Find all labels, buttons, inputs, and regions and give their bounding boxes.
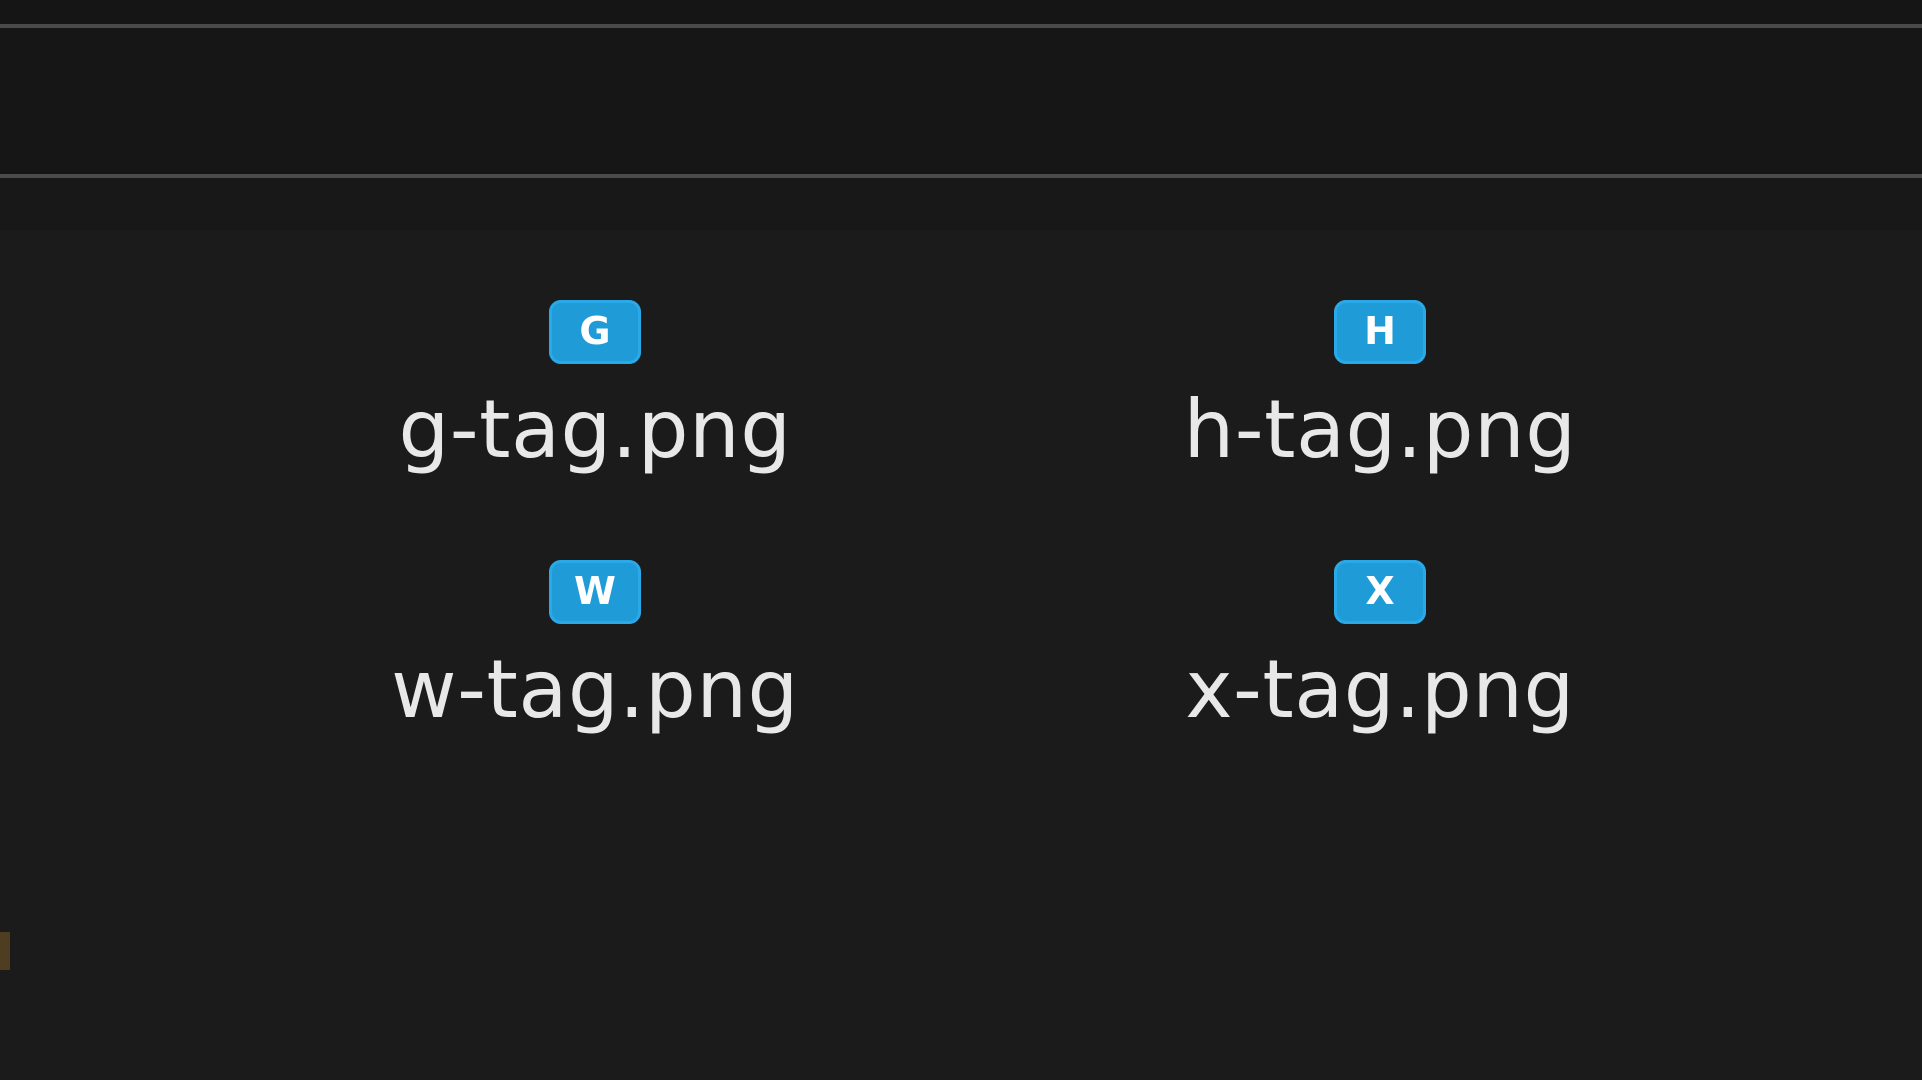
file-image-icon: X xyxy=(1334,560,1426,624)
file-name-label: w-tag.png xyxy=(391,643,799,736)
file-icon-letter: X xyxy=(1365,569,1395,613)
file-grid: G g-tag.png H h-tag.png W w-tag.png X x-… xyxy=(0,230,1922,1080)
file-name-label: x-tag.png xyxy=(1185,643,1575,736)
file-icon-letter: W xyxy=(574,569,616,613)
file-name-label: g-tag.png xyxy=(398,383,792,476)
toolbar-area xyxy=(0,28,1922,178)
file-item-h-tag[interactable]: H h-tag.png xyxy=(1170,230,1590,470)
file-icon-letter: G xyxy=(579,309,611,353)
file-item-w-tag[interactable]: W w-tag.png xyxy=(385,490,805,730)
file-browser-window: G g-tag.png H h-tag.png W w-tag.png X x-… xyxy=(0,0,1922,1080)
partial-item-edge xyxy=(0,932,10,970)
file-image-icon: H xyxy=(1334,300,1426,364)
file-name-label: h-tag.png xyxy=(1183,383,1577,476)
title-strip xyxy=(0,0,1922,28)
file-image-icon: W xyxy=(549,560,641,624)
file-icon-letter: H xyxy=(1364,309,1396,353)
file-item-g-tag[interactable]: G g-tag.png xyxy=(385,230,805,470)
file-item-x-tag[interactable]: X x-tag.png xyxy=(1170,490,1590,730)
content-header-spacer xyxy=(0,178,1922,230)
file-image-icon: G xyxy=(549,300,641,364)
